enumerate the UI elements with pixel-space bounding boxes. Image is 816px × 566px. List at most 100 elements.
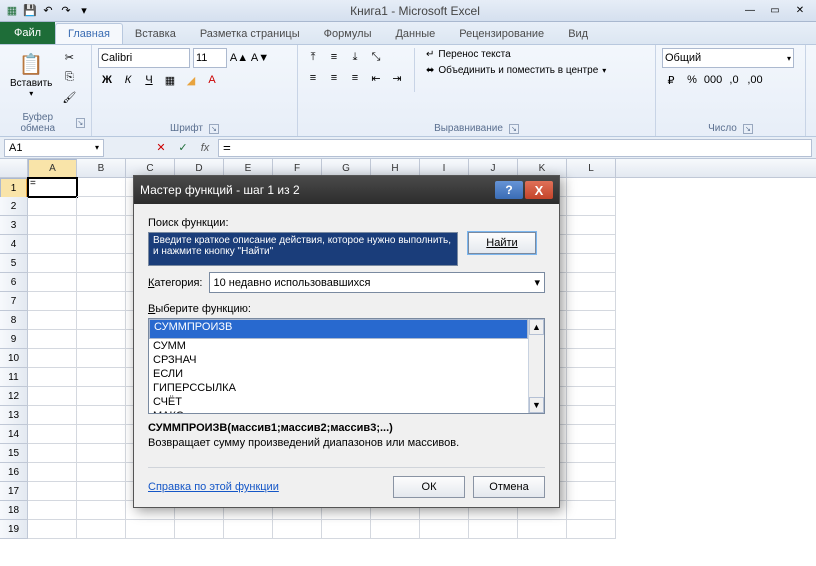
row-header[interactable]: 5 [0, 254, 28, 273]
cell[interactable] [567, 387, 616, 406]
undo-icon[interactable]: ↶ [40, 3, 56, 19]
cell[interactable] [28, 463, 77, 482]
row-header[interactable]: 14 [0, 425, 28, 444]
orientation-icon[interactable]: ⤡ [367, 48, 385, 66]
row-header[interactable]: 16 [0, 463, 28, 482]
row-header[interactable]: 18 [0, 501, 28, 520]
tab-formulas[interactable]: Формулы [312, 24, 384, 44]
italic-button[interactable]: К [119, 71, 137, 89]
cell[interactable] [567, 520, 616, 539]
row-header[interactable]: 10 [0, 349, 28, 368]
cell[interactable] [322, 520, 371, 539]
align-center-icon[interactable]: ≡ [325, 69, 343, 87]
cell[interactable] [28, 368, 77, 387]
row-header[interactable]: 7 [0, 292, 28, 311]
row-header[interactable]: 9 [0, 330, 28, 349]
cell[interactable] [77, 501, 126, 520]
cell[interactable] [28, 520, 77, 539]
paste-button[interactable]: 📋 Вставить ▾ [6, 48, 56, 100]
cell[interactable] [567, 254, 616, 273]
row-header[interactable]: 17 [0, 482, 28, 501]
cell[interactable] [77, 235, 126, 254]
row-header[interactable]: 15 [0, 444, 28, 463]
row-header[interactable]: 6 [0, 273, 28, 292]
cell[interactable] [567, 463, 616, 482]
fill-color-icon[interactable]: ◢ [182, 71, 200, 89]
cell[interactable] [175, 520, 224, 539]
cell[interactable] [567, 368, 616, 387]
scroll-down-icon[interactable]: ▼ [529, 397, 544, 413]
cell[interactable] [28, 425, 77, 444]
find-button[interactable]: Найти [468, 232, 536, 254]
row-header[interactable]: 1 [0, 178, 28, 198]
font-color-icon[interactable]: A [203, 71, 221, 89]
row-header[interactable]: 11 [0, 368, 28, 387]
row-header[interactable]: 3 [0, 216, 28, 235]
excel-icon[interactable]: ▦ [4, 3, 20, 19]
cell[interactable] [567, 292, 616, 311]
cut-icon[interactable]: ✂ [60, 48, 78, 66]
file-tab[interactable]: Файл [0, 22, 55, 44]
name-box[interactable]: A1▾ [4, 139, 104, 157]
cell[interactable] [77, 387, 126, 406]
function-listbox[interactable]: СУММПРОИЗВСУММСРЗНАЧЕСЛИГИПЕРССЫЛКАСЧЁТМ… [148, 318, 545, 414]
increase-indent-icon[interactable]: ⇥ [388, 69, 406, 87]
close-button[interactable]: ✕ [788, 3, 812, 19]
tab-insert[interactable]: Вставка [123, 24, 188, 44]
underline-button[interactable]: Ч [140, 71, 158, 89]
cell[interactable] [28, 311, 77, 330]
cancel-button[interactable]: Отмена [473, 476, 545, 498]
cell[interactable] [77, 368, 126, 387]
function-list-item[interactable]: МАКС [149, 409, 528, 413]
cell[interactable] [567, 178, 616, 197]
dialog-titlebar[interactable]: Мастер функций - шаг 1 из 2 ? X [134, 176, 559, 204]
cell[interactable] [28, 501, 77, 520]
select-all-corner[interactable] [0, 159, 28, 177]
cell[interactable] [567, 425, 616, 444]
cell[interactable] [371, 520, 420, 539]
cell[interactable] [567, 216, 616, 235]
wrap-text-button[interactable]: ↵Перенос текста [423, 48, 609, 61]
cell[interactable] [77, 406, 126, 425]
cell[interactable] [77, 349, 126, 368]
cell[interactable] [567, 311, 616, 330]
dialog-close-button[interactable]: X [525, 181, 553, 199]
save-icon[interactable]: 💾 [22, 3, 38, 19]
function-list-item[interactable]: СУММ [149, 339, 528, 353]
cell[interactable] [28, 292, 77, 311]
cell[interactable] [567, 330, 616, 349]
column-header[interactable]: A [28, 159, 77, 179]
enter-formula-icon[interactable]: ✓ [174, 139, 192, 157]
search-input[interactable]: Введите краткое описание действия, котор… [148, 232, 458, 266]
percent-icon[interactable]: % [683, 71, 701, 89]
decrease-decimal-icon[interactable]: ,00 [746, 71, 764, 89]
cell[interactable] [567, 197, 616, 216]
restore-button[interactable]: ▭ [763, 3, 787, 19]
column-header[interactable]: L [567, 159, 616, 177]
font-size-select[interactable] [193, 48, 227, 68]
function-list-item[interactable]: СУММПРОИЗВ [149, 319, 528, 339]
function-help-link[interactable]: Справка по этой функции [148, 481, 385, 493]
cell[interactable] [77, 178, 126, 197]
function-list-item[interactable]: ГИПЕРССЫЛКА [149, 381, 528, 395]
format-painter-icon[interactable]: 🖌 [60, 88, 78, 106]
cell[interactable] [77, 216, 126, 235]
cell[interactable] [567, 273, 616, 292]
cell[interactable] [77, 520, 126, 539]
row-header[interactable]: 13 [0, 406, 28, 425]
cell[interactable] [28, 387, 77, 406]
cell[interactable] [28, 444, 77, 463]
tab-data[interactable]: Данные [383, 24, 447, 44]
clipboard-launcher[interactable]: ↘ [76, 118, 85, 128]
cell[interactable] [28, 235, 77, 254]
align-left-icon[interactable]: ≡ [304, 69, 322, 87]
align-top-icon[interactable]: ⤒ [304, 48, 322, 66]
tab-view[interactable]: Вид [556, 24, 600, 44]
cell[interactable] [567, 406, 616, 425]
currency-icon[interactable]: ₽ [662, 71, 680, 89]
cell[interactable] [28, 349, 77, 368]
cell[interactable] [567, 444, 616, 463]
tab-home[interactable]: Главная [55, 23, 123, 44]
font-launcher[interactable]: ↘ [209, 124, 219, 134]
listbox-scrollbar[interactable]: ▲ ▼ [528, 319, 544, 413]
